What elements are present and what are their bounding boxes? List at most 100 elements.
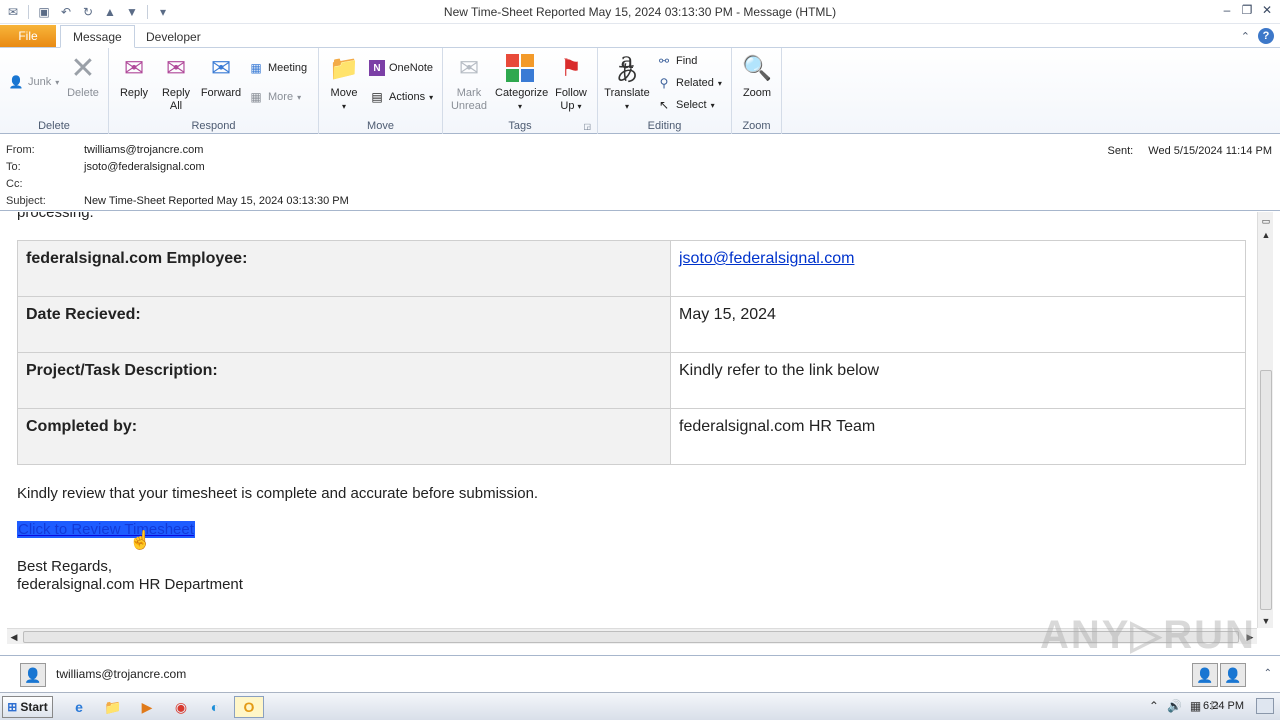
find-button[interactable]: ⚯ Find: [656, 51, 697, 71]
envelope-unread-icon: ✉: [458, 54, 480, 82]
chevron-down-icon: ▾: [429, 92, 434, 102]
expand-pane-icon[interactable]: ⌃: [1264, 668, 1272, 679]
actions-button[interactable]: ▤ Actions ▾: [369, 87, 433, 107]
message-header: From: twilliams@trojancre.com To: jsoto@…: [0, 135, 1280, 211]
to-address[interactable]: jsoto@federalsignal.com: [84, 161, 205, 173]
info-table: federalsignal.com Employee: jsoto@federa…: [17, 240, 1246, 465]
reply-button[interactable]: ✉ Reply: [110, 52, 158, 100]
restore-icon[interactable]: ❐: [1238, 2, 1256, 18]
explorer-folder-icon[interactable]: 📁: [100, 696, 126, 718]
ribbon-tabs: File Message Developer ⌃ ?: [0, 24, 1280, 48]
tab-message[interactable]: Message: [60, 25, 135, 48]
categorize-icon: [504, 52, 536, 84]
chevron-down-icon: ▾: [577, 102, 582, 111]
forward-button[interactable]: ✉ Forward: [197, 52, 245, 100]
group-editing: aあ Translate ▾ ⚯ Find ⚲ Related ▾ ↖ Sele…: [598, 48, 732, 134]
employee-email-link[interactable]: jsoto@federalsignal.com: [679, 250, 854, 267]
window-title: New Time-Sheet Reported May 15, 2024 03:…: [443, 5, 837, 19]
row-key: Date Recieved:: [17, 296, 671, 353]
zoom-button[interactable]: 🔍 Zoom: [733, 52, 781, 100]
categorize-button[interactable]: Categorize ▾: [495, 52, 548, 113]
chevron-down-icon: ▾: [341, 102, 346, 111]
contact-avatar[interactable]: 👤: [1220, 663, 1246, 687]
translate-button[interactable]: aあ Translate ▾: [601, 49, 653, 113]
show-desktop-button[interactable]: [1256, 698, 1274, 714]
chevron-down-icon: ▾: [517, 102, 522, 111]
row-key: federalsignal.com Employee:: [17, 240, 671, 297]
follow-up-button[interactable]: ⚑ Follow Up ▾: [547, 52, 595, 113]
tab-developer[interactable]: Developer: [134, 25, 213, 48]
delete-button[interactable]: ✕ Delete: [59, 52, 107, 100]
people-pane: 👤 twilliams@trojancre.com 👤 👤 ⌃: [0, 655, 1280, 691]
show-hidden-icons-icon[interactable]: ⌃: [1149, 699, 1159, 713]
avatar[interactable]: 👤: [20, 663, 46, 687]
review-note: Kindly review that your timesheet is com…: [17, 485, 539, 502]
more-respond-icon: ▦: [250, 90, 262, 104]
ribbon: 👤 Junk ▾ ✕ Delete Delete ✉ Reply ✉ Reply…: [0, 48, 1280, 134]
forward-icon: ✉: [210, 54, 232, 82]
move-button[interactable]: 📁 Move ▾: [320, 52, 368, 113]
translate-icon: aあ: [615, 49, 638, 87]
chevron-down-icon: ▾: [624, 102, 629, 111]
from-address[interactable]: twilliams@trojancre.com: [84, 144, 203, 156]
onenote-icon: N: [369, 60, 385, 76]
hand-cursor-icon: ☝: [129, 530, 152, 550]
group-zoom: 🔍 Zoom Zoom: [732, 48, 782, 134]
binoculars-icon: ⚯: [658, 54, 670, 68]
clock[interactable]: 6:24 PM: [1203, 700, 1244, 712]
group-delete: 👤 Junk ▾ ✕ Delete Delete: [0, 48, 109, 134]
select-cursor-icon: ↖: [658, 98, 670, 112]
subject-text: New Time-Sheet Reported May 15, 2024 03:…: [84, 195, 349, 207]
chevron-down-icon: ▾: [717, 78, 722, 88]
onenote-button[interactable]: N OneNote: [369, 58, 433, 78]
sent-date: Wed 5/15/2024 11:14 PM: [1148, 145, 1272, 157]
media-player-icon[interactable]: ▶: [134, 696, 160, 718]
vertical-scrollbar[interactable]: ▭ ▲ ▼: [1257, 212, 1273, 628]
group-label: Editing: [647, 120, 682, 132]
scroll-down-icon[interactable]: ▼: [1258, 614, 1274, 628]
scroll-thumb[interactable]: [1260, 370, 1272, 610]
start-button[interactable]: ⊞ Start: [2, 696, 53, 718]
chrome-icon[interactable]: ◉: [168, 696, 194, 718]
to-row: To: jsoto@federalsignal.com: [6, 161, 205, 173]
flag-icon: ⚑: [560, 54, 582, 82]
minimize-icon[interactable]: –: [1218, 2, 1236, 18]
volume-icon[interactable]: 🔊: [1167, 699, 1182, 713]
meeting-button[interactable]: ▦ Meeting: [248, 58, 307, 78]
title-bar: ✉ ▣ ↶ ↻ ▲ ▼ ▾ New Time-Sheet Reported Ma…: [0, 0, 1280, 24]
tab-file[interactable]: File: [0, 25, 56, 47]
ie-icon[interactable]: e: [66, 696, 92, 718]
actions-icon: ▤: [371, 90, 383, 104]
review-timesheet-link[interactable]: Click to Review Timesheet: [17, 521, 195, 538]
select-button[interactable]: ↖ Select ▾: [656, 95, 715, 115]
signature: Best Regards, federalsignal.com HR Depar…: [17, 558, 243, 593]
close-icon[interactable]: ✕: [1258, 2, 1276, 18]
edge-icon[interactable]: ◐: [202, 696, 228, 718]
contact-avatar[interactable]: 👤: [1192, 663, 1218, 687]
table-row: Date Recieved: May 15, 2024: [17, 296, 1246, 353]
calendar-icon: ▦: [250, 61, 262, 75]
folder-move-icon: 📁: [329, 54, 359, 82]
junk-icon: 👤: [8, 75, 24, 89]
delete-x-icon: ✕: [70, 51, 96, 85]
table-row: Project/Task Description: Kindly refer t…: [17, 352, 1246, 409]
group-label: Respond: [191, 120, 236, 132]
mark-unread-button[interactable]: ✉ Mark Unread: [445, 52, 493, 113]
junk-button[interactable]: 👤 Junk ▾: [8, 72, 60, 92]
group-respond: ✉ Reply ✉ Reply All ✉ Forward ▦ Meeting …: [109, 48, 319, 134]
collapse-ribbon-icon[interactable]: ⌃: [1241, 30, 1250, 43]
network-icon[interactable]: ▦: [1190, 699, 1201, 713]
chevron-down-icon: ▾: [297, 92, 302, 102]
reply-all-button[interactable]: ✉ Reply All: [152, 52, 200, 113]
people-pane-name[interactable]: twilliams@trojancre.com: [56, 667, 186, 681]
related-button[interactable]: ⚲ Related ▾: [656, 73, 722, 93]
scroll-up-icon[interactable]: ▲: [1258, 228, 1274, 242]
row-value: federalsignal.com HR Team: [670, 408, 1246, 465]
scroll-left-icon[interactable]: ◀: [7, 629, 21, 645]
help-icon[interactable]: ?: [1258, 28, 1274, 44]
outlook-taskbar-icon[interactable]: O: [234, 696, 264, 718]
dialog-launcher-icon[interactable]: ◲: [583, 122, 591, 131]
table-row: Completed by: federalsignal.com HR Team: [17, 408, 1246, 465]
more-respond-button[interactable]: ▦ More ▾: [248, 87, 301, 107]
scroll-top-icon[interactable]: ▭: [1258, 214, 1274, 228]
